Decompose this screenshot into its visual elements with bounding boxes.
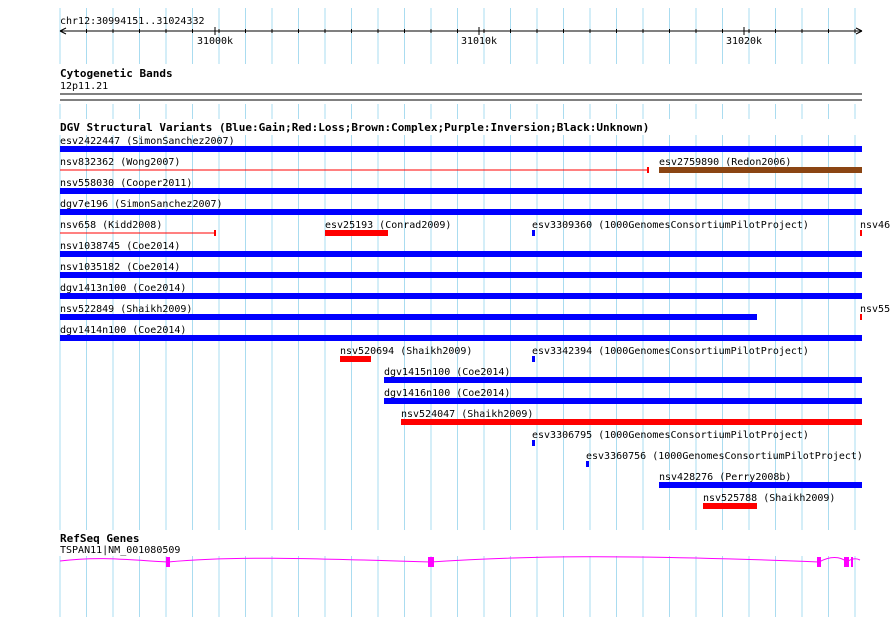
dgv-feature-nsv1038745[interactable]: nsv1038745 (Coe2014) xyxy=(60,241,862,257)
dgv-feature-label[interactable]: nsv1038745 (Coe2014) xyxy=(60,241,180,252)
dgv-feature-label[interactable]: nsv520694 (Shaikh2009) xyxy=(340,346,472,357)
dgv-feature-bar[interactable] xyxy=(384,377,862,383)
dgv-feature-label[interactable]: nsv658 (Kidd2008) xyxy=(60,220,162,231)
dgv-feature-dgv1415n100[interactable]: dgv1415n100 (Coe2014) xyxy=(384,367,862,383)
refseq-exon[interactable] xyxy=(166,557,170,567)
cytoband-track-bg xyxy=(58,64,864,104)
cytoband-track-title: Cytogenetic Bands xyxy=(60,67,173,80)
dgv-track[interactable]: DGV Structural Variants (Blue:Gain;Red:L… xyxy=(58,119,890,509)
dgv-feature-bar[interactable] xyxy=(60,335,862,341)
dgv-feature-dgv1416n100[interactable]: dgv1416n100 (Coe2014) xyxy=(384,388,862,404)
refseq-exon[interactable] xyxy=(428,557,434,567)
dgv-feature-esv3342394[interactable]: esv3342394 (1000GenomesConsortiumPilotPr… xyxy=(532,346,809,362)
dgv-feature-nsv522849[interactable]: nsv522849 (Shaikh2009) xyxy=(60,304,757,320)
genome-browser-view: chr12:30994151..31024332 31000k 31010k 3… xyxy=(58,8,890,617)
dgv-feature-bar[interactable] xyxy=(60,209,862,215)
dgv-feature-bar[interactable] xyxy=(401,419,862,425)
dgv-feature-nsv520694[interactable]: nsv520694 (Shaikh2009) xyxy=(340,346,472,362)
dgv-feature-bar[interactable] xyxy=(60,293,862,299)
ruler[interactable]: chr12:30994151..31024332 31000k 31010k 3… xyxy=(59,16,863,47)
dgv-feature-label[interactable]: dgv1415n100 (Coe2014) xyxy=(384,367,510,378)
ruler-tick-label: 31000k xyxy=(197,36,233,47)
dgv-track-title: DGV Structural Variants (Blue:Gain;Red:L… xyxy=(60,121,649,134)
refseq-exon[interactable] xyxy=(817,557,821,567)
dgv-feature-label[interactable]: esv3360756 (1000GenomesConsortiumPilotPr… xyxy=(586,451,863,462)
dgv-feature-nsv524047[interactable]: nsv524047 (Shaikh2009) xyxy=(401,409,862,425)
dgv-feature-nsv525788[interactable]: nsv525788 (Shaikh2009) xyxy=(703,493,835,509)
dgv-feature-dgv1413n100[interactable]: dgv1413n100 (Coe2014) xyxy=(60,283,862,299)
refseq-exon[interactable] xyxy=(844,557,849,567)
dgv-feature-nsv55[interactable]: nsv55 xyxy=(860,304,890,320)
dgv-feature-bar[interactable] xyxy=(532,440,535,446)
dgv-feature-bar[interactable] xyxy=(659,167,862,173)
refseq-track-title: RefSeq Genes xyxy=(60,532,139,545)
ruler-tick-label: 31020k xyxy=(726,36,762,47)
dgv-feature-bar[interactable] xyxy=(860,230,862,236)
dgv-feature-nsv46[interactable]: nsv46 xyxy=(860,220,890,236)
dgv-feature-label[interactable]: nsv524047 (Shaikh2009) xyxy=(401,409,533,420)
dgv-feature-bar[interactable] xyxy=(340,356,371,362)
dgv-feature-bar[interactable] xyxy=(532,356,535,362)
dgv-feature-nsv832362[interactable]: nsv832362 (Wong2007) xyxy=(60,157,649,173)
dgv-feature-label[interactable]: nsv46 xyxy=(860,220,890,231)
dgv-feature-bar[interactable] xyxy=(60,188,862,194)
dgv-feature-label[interactable]: dgv1414n100 (Coe2014) xyxy=(60,325,186,336)
dgv-feature-label[interactable]: esv2759890 (Redon2006) xyxy=(659,157,791,168)
location-label: chr12:30994151..31024332 xyxy=(60,16,205,27)
dgv-feature-bar[interactable] xyxy=(586,461,589,467)
ruler-tick-label: 31010k xyxy=(461,36,497,47)
dgv-feature-esv3309360[interactable]: esv3309360 (1000GenomesConsortiumPilotPr… xyxy=(532,220,809,236)
refseq-gene-model[interactable] xyxy=(59,556,861,567)
cytoband-label: 12p11.21 xyxy=(60,81,108,92)
dgv-feature-label[interactable]: nsv1035182 (Coe2014) xyxy=(60,262,180,273)
dgv-feature-nsv658[interactable]: nsv658 (Kidd2008) xyxy=(60,220,216,236)
dgv-features: esv2422447 (SimonSanchez2007) nsv832362 (… xyxy=(60,136,890,509)
dgv-feature-bar[interactable] xyxy=(60,251,862,257)
dgv-feature-label[interactable]: dgv1416n100 (Coe2014) xyxy=(384,388,510,399)
dgv-feature-bar[interactable] xyxy=(703,503,757,509)
dgv-feature-nsv428276[interactable]: nsv428276 (Perry2008b) xyxy=(659,472,862,488)
dgv-feature-esv3306795[interactable]: esv3306795 (1000GenomesConsortiumPilotPr… xyxy=(532,430,809,446)
dgv-feature-label[interactable]: nsv558030 (Cooper2011) xyxy=(60,178,192,189)
dgv-feature-label[interactable]: esv2422447 (SimonSanchez2007) xyxy=(60,136,235,147)
refseq-track[interactable]: RefSeq Genes TSPAN11|NM_001080509 xyxy=(58,530,864,567)
dgv-feature-bar[interactable] xyxy=(60,146,862,152)
cytoband-track[interactable]: Cytogenetic Bands 12p11.21 xyxy=(58,64,864,104)
dgv-feature-bar[interactable] xyxy=(659,482,862,488)
dgv-feature-label[interactable]: nsv522849 (Shaikh2009) xyxy=(60,304,192,315)
refseq-intron-line xyxy=(59,556,861,563)
dgv-feature-nsv1035182[interactable]: nsv1035182 (Coe2014) xyxy=(60,262,862,278)
dgv-feature-bar[interactable] xyxy=(60,314,757,320)
dgv-feature-label[interactable]: nsv832362 (Wong2007) xyxy=(60,157,180,168)
dgv-feature-bar[interactable] xyxy=(384,398,862,404)
dgv-feature-label[interactable]: esv25193 (Conrad2009) xyxy=(325,220,451,231)
dgv-feature-label[interactable]: nsv55 xyxy=(860,304,890,315)
dgv-feature-dgv1414n100[interactable]: dgv1414n100 (Coe2014) xyxy=(60,325,862,341)
dgv-feature-esv25193[interactable]: esv25193 (Conrad2009) xyxy=(325,220,451,236)
dgv-feature-bar[interactable] xyxy=(325,230,388,236)
dgv-feature-bar[interactable] xyxy=(532,230,535,236)
dgv-feature-bar[interactable] xyxy=(60,272,862,278)
dgv-feature-label[interactable]: esv3309360 (1000GenomesConsortiumPilotPr… xyxy=(532,220,809,231)
dgv-feature-label[interactable]: dgv7e196 (SimonSanchez2007) xyxy=(60,199,223,210)
dgv-feature-label[interactable]: nsv428276 (Perry2008b) xyxy=(659,472,791,483)
dgv-feature-nsv558030[interactable]: nsv558030 (Cooper2011) xyxy=(60,178,862,194)
dgv-feature-esv2759890[interactable]: esv2759890 (Redon2006) xyxy=(659,157,862,173)
refseq-gene-label[interactable]: TSPAN11|NM_001080509 xyxy=(60,545,180,556)
dgv-feature-esv3360756[interactable]: esv3360756 (1000GenomesConsortiumPilotPr… xyxy=(586,451,863,467)
refseq-exon[interactable] xyxy=(851,557,853,567)
dgv-feature-bar[interactable] xyxy=(860,314,862,320)
dgv-feature-label[interactable]: nsv525788 (Shaikh2009) xyxy=(703,493,835,504)
dgv-feature-label[interactable]: esv3342394 (1000GenomesConsortiumPilotPr… xyxy=(532,346,809,357)
dgv-feature-esv2422447[interactable]: esv2422447 (SimonSanchez2007) xyxy=(60,136,862,152)
dgv-feature-dgv7e196[interactable]: dgv7e196 (SimonSanchez2007) xyxy=(60,199,862,215)
dgv-feature-label[interactable]: esv3306795 (1000GenomesConsortiumPilotPr… xyxy=(532,430,809,441)
dgv-feature-label[interactable]: dgv1413n100 (Coe2014) xyxy=(60,283,186,294)
